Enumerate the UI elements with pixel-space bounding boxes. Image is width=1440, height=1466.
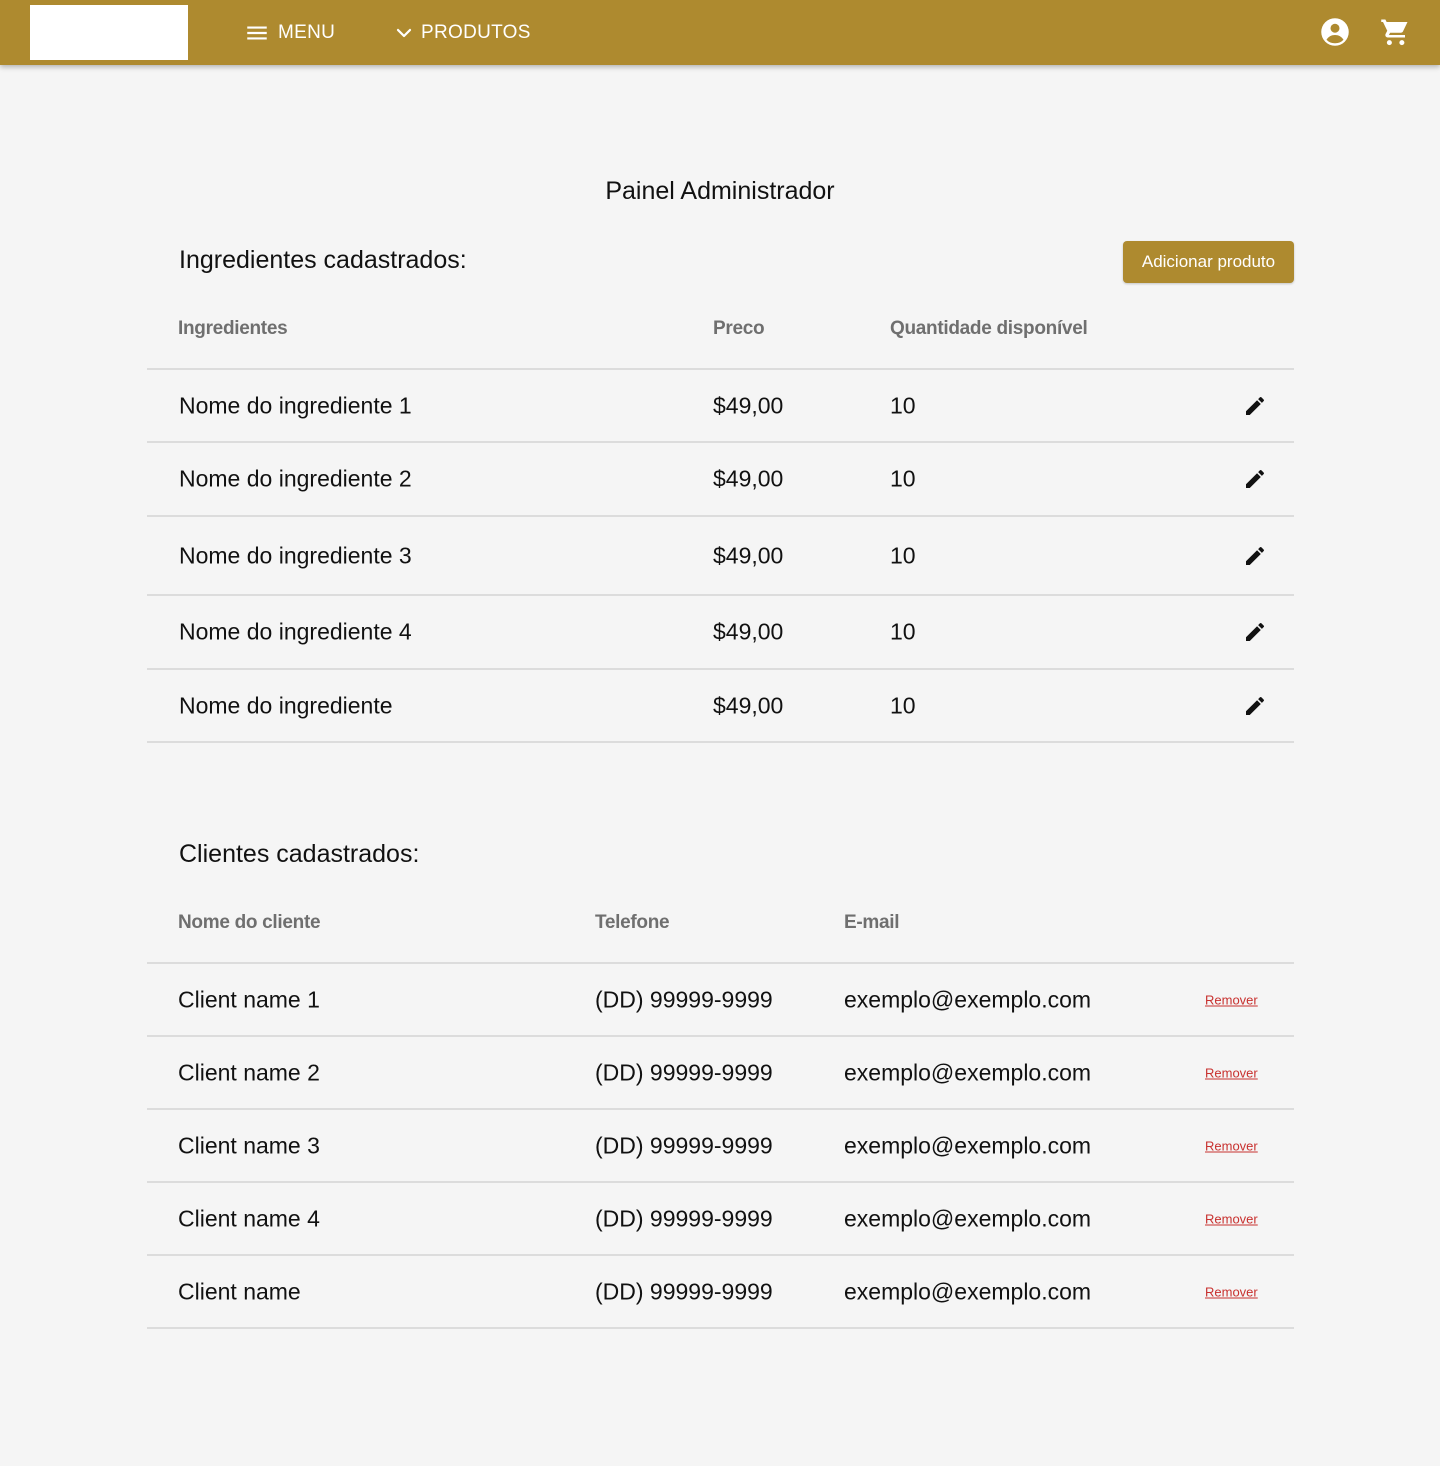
client-phone: (DD) 99999-9999 xyxy=(595,1059,773,1085)
products-dropdown[interactable]: PRODUTOS xyxy=(395,0,531,65)
client-email: exemplo@exemplo.com xyxy=(844,1132,1092,1158)
top-app-bar: MENU PRODUTOS xyxy=(0,0,1440,65)
ingredient-quantity: 10 xyxy=(890,542,916,568)
shopping-cart-icon[interactable] xyxy=(1380,17,1410,47)
client-name: Client name 3 xyxy=(178,1132,320,1158)
client-phone: (DD) 99999-9999 xyxy=(595,986,773,1012)
menu-icon xyxy=(247,26,267,39)
menu-label: MENU xyxy=(278,21,336,43)
client-email: exemplo@exemplo.com xyxy=(844,1059,1092,1085)
table-row: Nome do ingrediente $49,00 10 xyxy=(147,668,1294,743)
remove-client-link[interactable]: Remover xyxy=(1205,1138,1258,1153)
column-header-price: Preco xyxy=(713,318,765,339)
remove-client-link[interactable]: Remover xyxy=(1205,1211,1258,1226)
clients-table: Nome do cliente Telefone E-mail Client n… xyxy=(147,890,1294,1329)
client-email: exemplo@exemplo.com xyxy=(844,1278,1092,1304)
column-header-email: E-mail xyxy=(844,912,900,933)
ingredients-table-header: Ingredientes Preco Quantidade disponível xyxy=(147,296,1294,368)
remove-client-link[interactable]: Remover xyxy=(1205,1284,1258,1299)
account-circle-icon[interactable] xyxy=(1320,17,1350,47)
logo-placeholder[interactable] xyxy=(30,5,188,60)
ingredients-table: Ingredientes Preco Quantidade disponível… xyxy=(147,296,1294,743)
column-header-ingredients: Ingredientes xyxy=(178,318,288,339)
clients-section-title: Clientes cadastrados: xyxy=(179,840,420,868)
ingredient-quantity: 10 xyxy=(890,392,916,418)
table-row: Nome do ingrediente 4 $49,00 10 xyxy=(147,594,1294,668)
ingredient-price: $49,00 xyxy=(713,392,784,418)
client-name: Client name xyxy=(178,1278,301,1304)
table-row: Nome do ingrediente 2 $49,00 10 xyxy=(147,441,1294,515)
ingredient-price: $49,00 xyxy=(713,542,784,568)
remove-client-link[interactable]: Remover xyxy=(1205,992,1258,1007)
pencil-edit-icon[interactable] xyxy=(1243,394,1267,418)
table-row: Client name 4 (DD) 99999-9999 exemplo@ex… xyxy=(147,1181,1294,1254)
clients-table-header: Nome do cliente Telefone E-mail xyxy=(147,890,1294,962)
ingredient-price: $49,00 xyxy=(713,465,784,492)
table-row: Client name 1 (DD) 99999-9999 exemplo@ex… xyxy=(147,962,1294,1035)
ingredient-price: $49,00 xyxy=(713,692,784,718)
remove-client-link[interactable]: Remover xyxy=(1205,1065,1258,1080)
pencil-edit-icon[interactable] xyxy=(1243,467,1267,491)
table-row: Nome do ingrediente 3 $49,00 10 xyxy=(147,515,1294,594)
menu-button[interactable]: MENU xyxy=(244,0,335,65)
client-name: Client name 1 xyxy=(178,986,320,1012)
add-product-button[interactable]: Adicionar produto xyxy=(1123,241,1294,283)
client-phone: (DD) 99999-9999 xyxy=(595,1278,773,1304)
ingredients-section-title: Ingredientes cadastrados: xyxy=(179,246,467,274)
table-row: Nome do ingrediente 1 $49,00 10 xyxy=(147,368,1294,441)
table-row: Client name 2 (DD) 99999-9999 exemplo@ex… xyxy=(147,1035,1294,1108)
ingredient-name: Nome do ingrediente 2 xyxy=(179,465,412,492)
ingredient-price: $49,00 xyxy=(713,618,784,645)
ingredient-name: Nome do ingrediente xyxy=(179,692,393,718)
column-header-quantity: Quantidade disponível xyxy=(890,318,1088,339)
ingredient-quantity: 10 xyxy=(890,465,916,492)
ingredient-quantity: 10 xyxy=(890,692,916,718)
column-header-phone: Telefone xyxy=(595,912,670,933)
client-name: Client name 4 xyxy=(178,1205,320,1231)
products-label: PRODUTOS xyxy=(421,21,531,43)
ingredient-name: Nome do ingrediente 1 xyxy=(179,392,412,418)
page-title: Painel Administrador xyxy=(605,177,835,205)
client-phone: (DD) 99999-9999 xyxy=(595,1132,773,1158)
ingredient-name: Nome do ingrediente 4 xyxy=(179,618,412,645)
ingredient-name: Nome do ingrediente 3 xyxy=(179,542,412,568)
table-row: Client name (DD) 99999-9999 exemplo@exem… xyxy=(147,1254,1294,1329)
pencil-edit-icon[interactable] xyxy=(1243,694,1267,718)
client-email: exemplo@exemplo.com xyxy=(844,986,1092,1012)
client-phone: (DD) 99999-9999 xyxy=(595,1205,773,1231)
column-header-client-name: Nome do cliente xyxy=(178,912,321,933)
table-row: Client name 3 (DD) 99999-9999 exemplo@ex… xyxy=(147,1108,1294,1181)
client-name: Client name 2 xyxy=(178,1059,320,1085)
client-email: exemplo@exemplo.com xyxy=(844,1205,1092,1231)
pencil-edit-icon[interactable] xyxy=(1243,544,1267,568)
pencil-edit-icon[interactable] xyxy=(1243,620,1267,644)
chevron-down-icon xyxy=(396,28,412,37)
ingredient-quantity: 10 xyxy=(890,618,916,645)
